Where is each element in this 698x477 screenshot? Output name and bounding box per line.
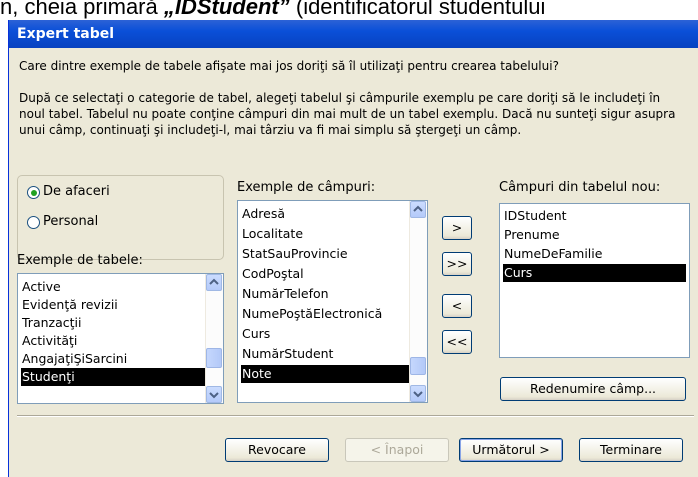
sample-tables-list[interactable]: Active Evidenţă revizii Tranzacţii Activ… [17,273,224,404]
footer-separator [17,415,694,417]
radio-personal-label[interactable]: Personal [43,214,98,230]
new-fields-list[interactable]: IDStudent Prenume NumeDeFamilie Curs [499,203,690,358]
caption-text-italic: „IDStudent” [163,0,290,19]
chevron-up-icon [413,205,423,212]
question-text: Care dintre exemple de tabele afişate ma… [19,59,559,73]
remove-all-fields-button[interactable]: << [442,330,472,354]
cancel-button[interactable]: Revocare [225,438,329,462]
list-item[interactable]: Adresă [241,205,409,223]
list-item[interactable]: Prenume [503,226,686,244]
chevron-down-icon [209,392,219,399]
scroll-up-button[interactable] [410,201,426,218]
category-group: De afaceri Personal [17,175,224,260]
scroll-down-button[interactable] [410,385,426,402]
add-all-fields-button[interactable]: >> [442,252,472,276]
back-button[interactable]: < Înapoi [345,438,449,462]
list-item[interactable]: CodPoştal [241,265,409,283]
instructions-text: După ce selectaţi o categorie de tabel, … [19,91,676,137]
list-item[interactable]: NumărTelefon [241,285,409,303]
chevron-down-icon [413,391,423,398]
list-item[interactable]: IDStudent [503,207,686,225]
caption-text-before: n, cheia primară [0,0,164,19]
list-item[interactable]: NumărStudent [241,345,409,363]
add-field-button[interactable]: > [442,216,472,240]
radio-business-label[interactable]: De afaceri [43,184,110,200]
next-button[interactable]: Următorul > [459,438,563,462]
list-item[interactable]: AngajaţiŞiSarcini [21,350,205,368]
scrollbar[interactable] [409,201,427,402]
radio-selected-dot [30,189,37,196]
scroll-thumb[interactable] [410,357,426,375]
table-wizard-dialog: Expert tabel Care dintre exemple de tabe… [8,20,698,477]
scrollbar[interactable] [205,274,223,403]
finish-button[interactable]: Terminare [579,438,683,462]
scroll-down-button[interactable] [206,386,222,403]
list-item-selected[interactable]: Note [241,365,409,383]
sample-tables-label: Exemple de tabele: [17,253,143,268]
list-item[interactable]: NumeDeFamilie [503,245,686,263]
list-item[interactable]: Tranzacţii [21,314,205,332]
dialog-title-bar: Expert tabel [9,20,698,48]
chevron-up-icon [209,278,219,285]
list-item-selected[interactable]: Studenţi [21,368,205,386]
list-item[interactable]: Curs [241,325,409,343]
scroll-thumb[interactable] [206,348,222,368]
list-item-selected[interactable]: Curs [503,264,686,282]
list-item[interactable]: Activităţi [21,332,205,350]
scroll-up-button[interactable] [206,274,222,291]
remove-field-button[interactable]: < [442,294,472,318]
list-item[interactable]: NumePoştăElectronică [241,305,409,323]
radio-business[interactable] [27,186,40,199]
list-item[interactable]: Evidenţă revizii [21,296,205,314]
list-item[interactable]: StatSauProvincie [241,245,409,263]
list-item[interactable]: Active [21,278,205,296]
caption-text-after: (identificatorul studentului [289,0,546,19]
sample-fields-list[interactable]: Adresă Localitate StatSauProvincie CodPo… [237,200,428,403]
sample-fields-label: Exemple de câmpuri: [237,180,376,195]
radio-personal[interactable] [27,216,40,229]
background-caption: n, cheia primară „IDStudent” (identifica… [0,0,698,22]
dialog-title: Expert tabel [17,26,115,42]
new-fields-label: Câmpuri din tabelul nou: [499,180,661,195]
list-item[interactable]: Localitate [241,225,409,243]
rename-field-button[interactable]: Redenumire câmp... [500,377,686,401]
